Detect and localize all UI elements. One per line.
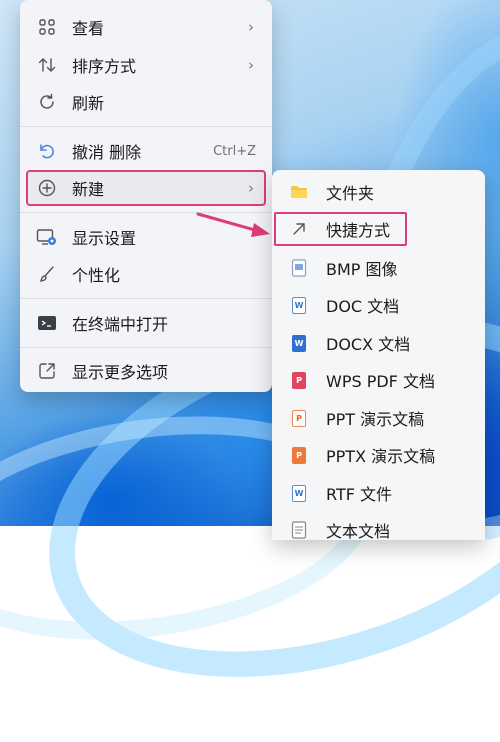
menu-item-label: 排序方式 [72, 57, 137, 76]
menu-item-label: 显示设置 [72, 229, 137, 248]
submenu-item-text-document[interactable]: 文本文档 [274, 513, 479, 540]
submenu-item-bmp-image[interactable]: BMP 图像 [274, 251, 479, 285]
menu-item-label: 新建 [72, 180, 105, 199]
menu-item-label: 在终端中打开 [72, 315, 169, 334]
submenu-item-shortcut[interactable]: 快捷方式 [274, 212, 407, 246]
menu-item-undo-delete[interactable]: 撤消 删除 Ctrl+Z [26, 133, 266, 169]
menu-item-label: 撤消 删除 [72, 143, 142, 162]
menu-item-refresh[interactable]: 刷新 [26, 84, 266, 120]
txt-icon [290, 521, 308, 539]
submenu-item-ppt[interactable]: P PPT 演示文稿 [274, 401, 479, 435]
pptx-icon: P [290, 446, 308, 464]
grid-icon [36, 16, 58, 38]
plus-circle-icon [36, 177, 58, 199]
display-settings-icon [36, 226, 58, 248]
open-external-icon [36, 360, 58, 382]
menu-item-label: 查看 [72, 19, 105, 38]
terminal-icon [36, 312, 58, 334]
submenu-item-label: DOC 文档 [326, 297, 400, 316]
submenu-item-pptx[interactable]: P PPTX 演示文稿 [274, 438, 479, 472]
menu-item-open-in-terminal[interactable]: 在终端中打开 [26, 305, 266, 341]
submenu-item-label: BMP 图像 [326, 260, 398, 279]
brush-icon [36, 263, 58, 285]
annotation-arrow [196, 212, 270, 237]
menu-item-personalize[interactable]: 个性化 [26, 256, 266, 292]
pdf-icon: P [290, 371, 308, 389]
keyboard-shortcut: Ctrl+Z [213, 143, 256, 159]
menu-item-view[interactable]: 查看 › [26, 9, 266, 45]
bmp-image-icon [290, 259, 308, 277]
menu-item-label: 显示更多选项 [72, 363, 169, 382]
chevron-right-icon: › [248, 18, 254, 36]
menu-item-label: 个性化 [72, 266, 121, 285]
menu-item-label: 刷新 [72, 94, 105, 113]
submenu-item-label: 文件夹 [326, 184, 375, 203]
docx-icon: W [290, 334, 308, 352]
menu-separator [20, 126, 272, 127]
submenu-item-wps-pdf[interactable]: P WPS PDF 文档 [274, 363, 479, 397]
ppt-icon: P [290, 409, 308, 427]
submenu-item-folder[interactable]: 文件夹 [274, 175, 479, 209]
submenu-item-label: RTF 文件 [326, 485, 393, 504]
menu-item-new[interactable]: 新建 › [26, 170, 266, 206]
chevron-right-icon: › [248, 56, 254, 74]
submenu-item-label: PPT 演示文稿 [326, 410, 425, 429]
submenu-item-label: 文本文档 [326, 522, 391, 540]
rtf-icon: W [290, 484, 308, 502]
submenu-item-label: WPS PDF 文档 [326, 372, 435, 391]
menu-item-sort-by[interactable]: 排序方式 › [26, 47, 266, 83]
menu-item-show-more-options[interactable]: 显示更多选项 [26, 353, 266, 389]
refresh-icon [36, 91, 58, 113]
doc-icon: W [290, 296, 308, 314]
sort-icon [36, 54, 58, 76]
menu-separator [20, 298, 272, 299]
submenu-item-label: DOCX 文档 [326, 335, 411, 354]
submenu-item-doc[interactable]: W DOC 文档 [274, 288, 479, 322]
submenu-item-rtf[interactable]: W RTF 文件 [274, 476, 479, 510]
new-submenu: 文件夹 快捷方式 BMP 图像 W DOC 文档 W DOCX 文档 P WPS… [272, 170, 485, 540]
shortcut-arrow-icon [290, 220, 308, 238]
submenu-item-label: 快捷方式 [326, 221, 391, 240]
menu-separator [20, 347, 272, 348]
undo-icon [36, 140, 58, 162]
submenu-item-label: PPTX 演示文稿 [326, 447, 436, 466]
desktop-context-menu: 查看 › 排序方式 › 刷新 撤消 删除 Ctrl+Z 新建 › 显示设置 个性… [20, 0, 272, 392]
chevron-right-icon: › [248, 179, 254, 197]
submenu-item-docx[interactable]: W DOCX 文档 [274, 326, 479, 360]
folder-icon [290, 183, 308, 201]
